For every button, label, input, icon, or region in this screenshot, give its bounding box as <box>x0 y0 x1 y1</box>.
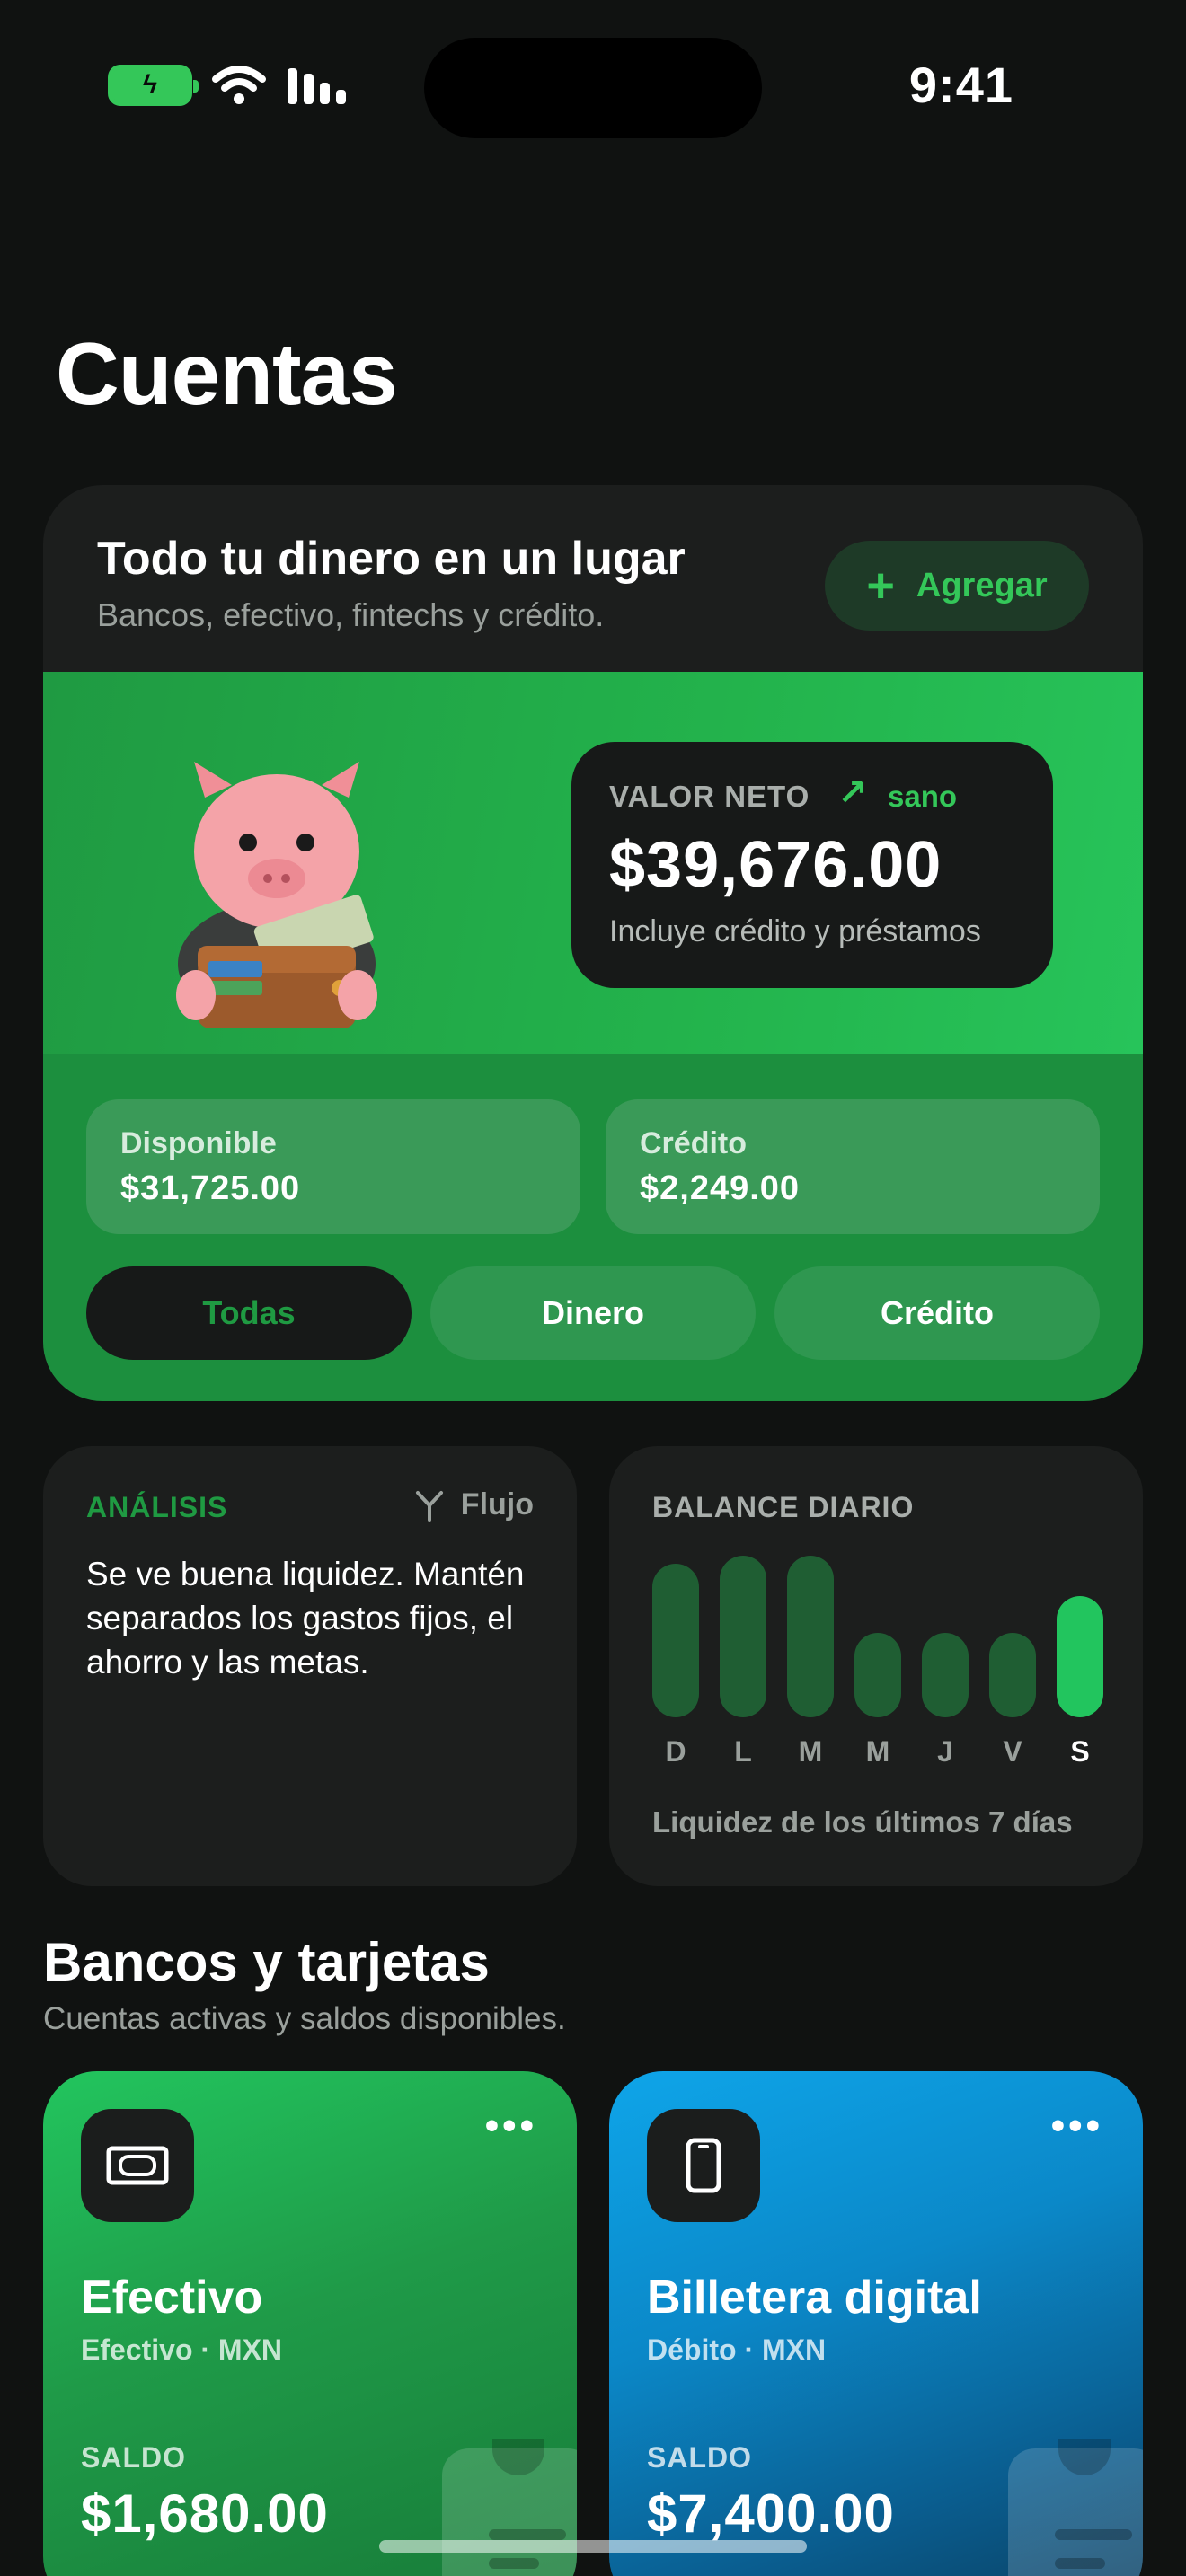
available-label: Disponible <box>120 1126 277 1160</box>
status-bar-left: ϟ <box>108 65 349 106</box>
balance-label: SALDO <box>647 2441 752 2474</box>
credit-tile: Crédito $2,249.00 <box>606 1099 1100 1234</box>
account-type: Efectivo · MXN <box>81 2333 283 2366</box>
daily-balance-card[interactable]: BALANCE DIARIO D L M M J V S Liquidez de los ú… <box>609 1446 1143 1886</box>
wifi-icon <box>212 66 266 104</box>
account-name: Efectivo <box>81 2272 263 2324</box>
filter-todas[interactable]: Todas <box>86 1266 412 1360</box>
add-account-button[interactable]: + Agregar <box>825 541 1089 631</box>
account-card-billetera[interactable]: ••• Billetera digital Débito · MXN SALDO… <box>609 2071 1143 2576</box>
more-options-icon[interactable]: ••• <box>485 2104 537 2148</box>
trend-up-icon: ↗ <box>837 773 868 813</box>
flow-split-icon <box>415 1490 443 1522</box>
day-label: M <box>798 1735 823 1768</box>
phone-icon <box>647 2109 760 2222</box>
balance-bar <box>787 1556 834 1717</box>
credit-label: Crédito <box>640 1126 747 1160</box>
card-watermark-icon <box>442 2439 577 2576</box>
day-label: M <box>865 1735 890 1768</box>
flow-toggle[interactable]: Flujo <box>414 1487 534 1522</box>
day-label: D <box>665 1735 686 1768</box>
net-worth-value: $39,676.00 <box>609 829 943 901</box>
balance-value: $1,680.00 <box>81 2483 329 2544</box>
daily-balance-bars: DLMMJVS <box>652 1556 1103 1768</box>
net-worth-label: VALOR NETO <box>609 780 810 813</box>
account-card-efectivo[interactable]: ••• Efectivo Efectivo · MXN SALDO $1,680… <box>43 2071 577 2576</box>
summary-green-panel: VALOR NETO ↗ sano $39,676.00 Incluye cré… <box>43 672 1143 1401</box>
balance-label: SALDO <box>81 2441 186 2474</box>
more-options-icon[interactable]: ••• <box>1051 2104 1103 2148</box>
daily-balance-note: Liquidez de los últimos 7 días <box>652 1805 1073 1839</box>
section-subtitle: Cuentas activas y saldos disponibles. <box>43 2001 566 2036</box>
credit-value: $2,249.00 <box>640 1169 801 1207</box>
balance-bar <box>652 1564 699 1717</box>
balance-bar <box>989 1633 1036 1717</box>
day-label: S <box>1070 1735 1090 1768</box>
account-type: Débito · MXN <box>647 2333 827 2366</box>
analysis-text: Se ve buena liquidez. Mantén separados l… <box>86 1556 525 1681</box>
day-label: J <box>937 1735 953 1768</box>
cellular-signal-icon <box>288 68 346 104</box>
balance-bar <box>922 1633 969 1717</box>
filter-dinero[interactable]: Dinero <box>430 1266 756 1360</box>
net-worth-card: VALOR NETO ↗ sano $39,676.00 Incluye cré… <box>571 742 1053 988</box>
cash-icon <box>81 2109 194 2222</box>
analysis-card[interactable]: ANÁLISIS Flujo Se ve buena liquidez. Man… <box>43 1446 577 1886</box>
day-label: L <box>734 1735 752 1768</box>
dynamic-island <box>424 38 762 138</box>
section-title: Bancos y tarjetas <box>43 1932 490 1992</box>
account-name: Billetera digital <box>647 2272 982 2324</box>
daily-balance-title: BALANCE DIARIO <box>652 1491 915 1523</box>
flow-label: Flujo <box>460 1487 534 1522</box>
page-title: Cuentas <box>56 324 398 423</box>
summary-title: Todo tu dinero en un lugar <box>97 533 686 585</box>
summary-card: Todo tu dinero en un lugar Bancos, efect… <box>43 485 1143 1401</box>
balance-bar <box>720 1556 766 1717</box>
balance-value: $7,400.00 <box>647 2483 895 2544</box>
summary-subtitle: Bancos, efectivo, fintechs y crédito. <box>97 596 605 633</box>
piggy-wallet-illustration <box>176 762 377 1028</box>
day-label: V <box>1003 1735 1022 1768</box>
battery-charging-icon: ϟ <box>108 65 199 106</box>
net-worth-note: Incluye crédito y préstamos <box>609 914 981 948</box>
summary-band: VALOR NETO ↗ sano $39,676.00 Incluye cré… <box>43 672 1143 1054</box>
home-indicator <box>379 2540 807 2553</box>
available-tile: Disponible $31,725.00 <box>86 1099 580 1234</box>
net-worth-status: sano <box>888 780 958 813</box>
balance-bar <box>854 1633 901 1717</box>
balance-bar <box>1057 1596 1103 1717</box>
status-time: 9:41 <box>908 57 1013 113</box>
card-watermark-icon <box>1008 2439 1143 2576</box>
available-value: $31,725.00 <box>120 1169 301 1207</box>
plus-icon: + <box>866 559 895 613</box>
add-account-label: Agregar <box>916 566 1048 604</box>
filter-credito[interactable]: Crédito <box>774 1266 1100 1360</box>
analysis-title: ANÁLISIS <box>86 1491 228 1523</box>
